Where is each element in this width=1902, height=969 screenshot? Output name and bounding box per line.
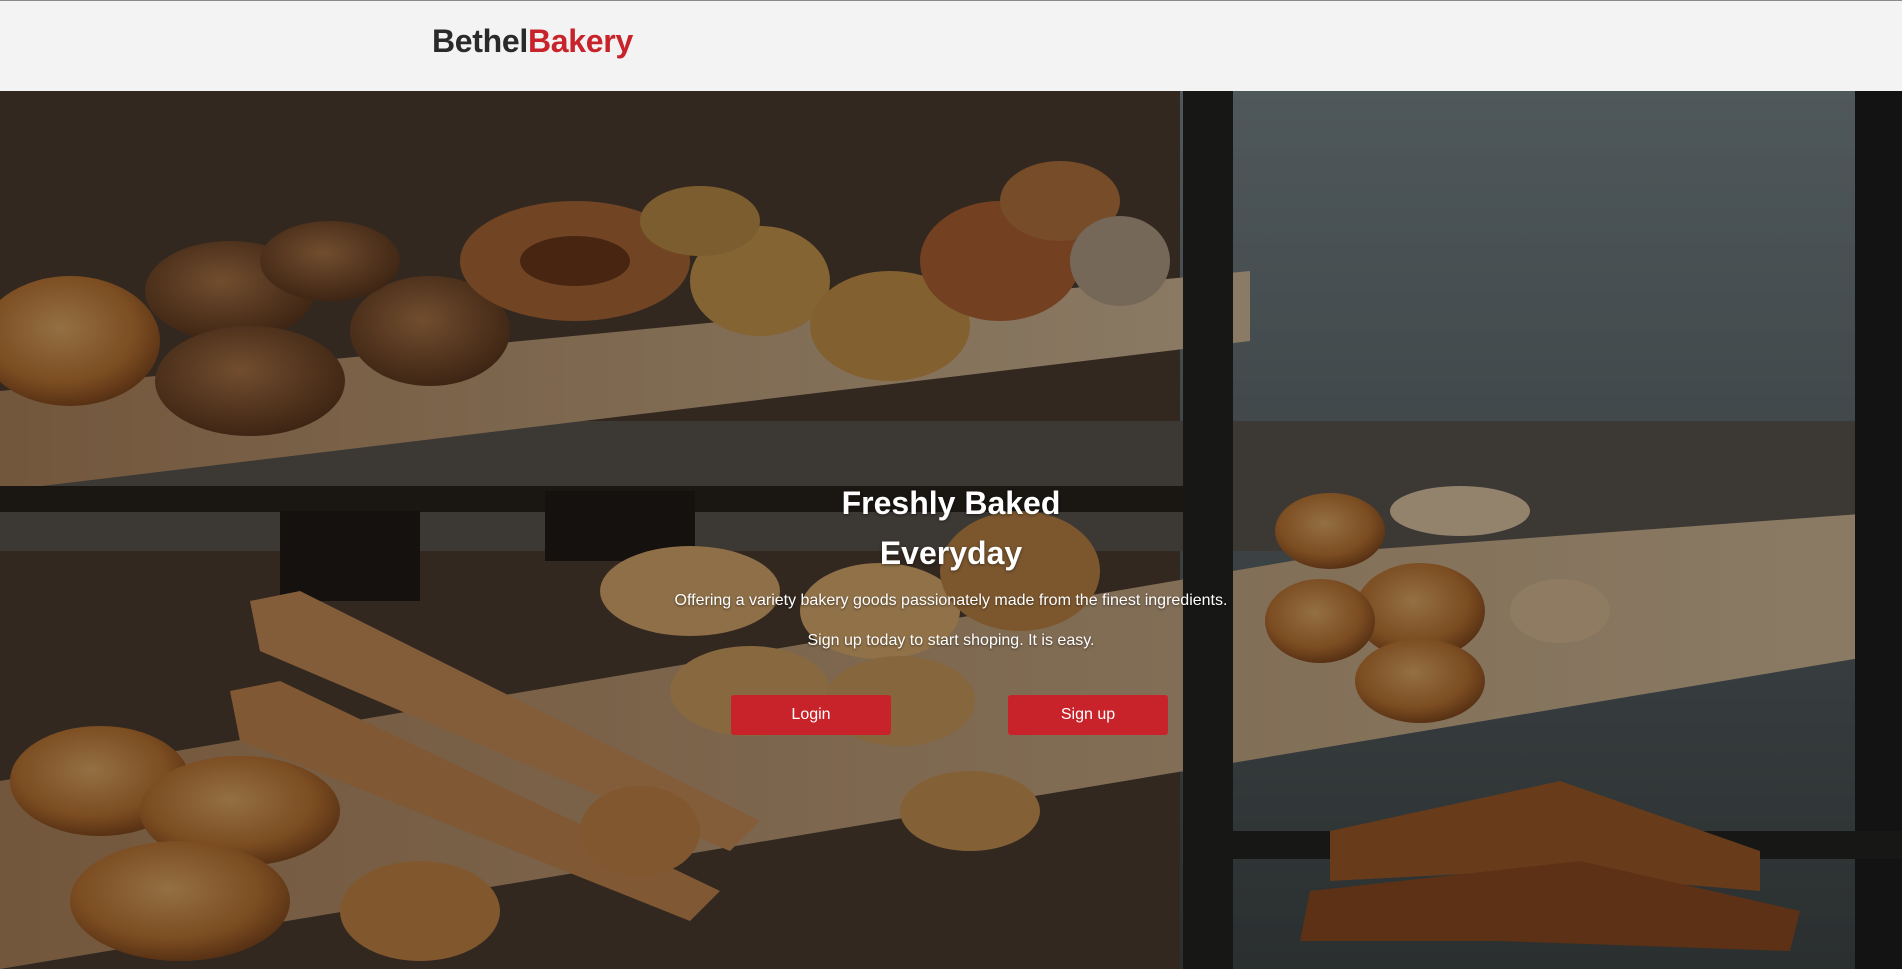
headline-line-2: Everyday (879, 535, 1023, 571)
hero-section: Freshly Baked Everyday Offering a variet… (0, 91, 1902, 969)
brand-logo[interactable]: BethelBakery (432, 21, 633, 61)
hero-headline: Freshly Baked Everyday (0, 478, 1902, 578)
login-button[interactable]: Login (731, 695, 891, 735)
brand-name-bakery: Bakery (528, 23, 633, 59)
hero-tagline: Offering a variety bakery goods passiona… (674, 592, 1228, 609)
top-navbar: BethelBakery (0, 0, 1902, 91)
hero-signup-prompt: Sign up today to start shoping. It is ea… (807, 632, 1095, 649)
headline-line-1: Freshly Baked (841, 485, 1061, 521)
brand-name-bethel: Bethel (432, 23, 528, 59)
hero-content: Freshly Baked Everyday Offering a variet… (0, 91, 1902, 969)
signup-button[interactable]: Sign up (1008, 695, 1168, 735)
